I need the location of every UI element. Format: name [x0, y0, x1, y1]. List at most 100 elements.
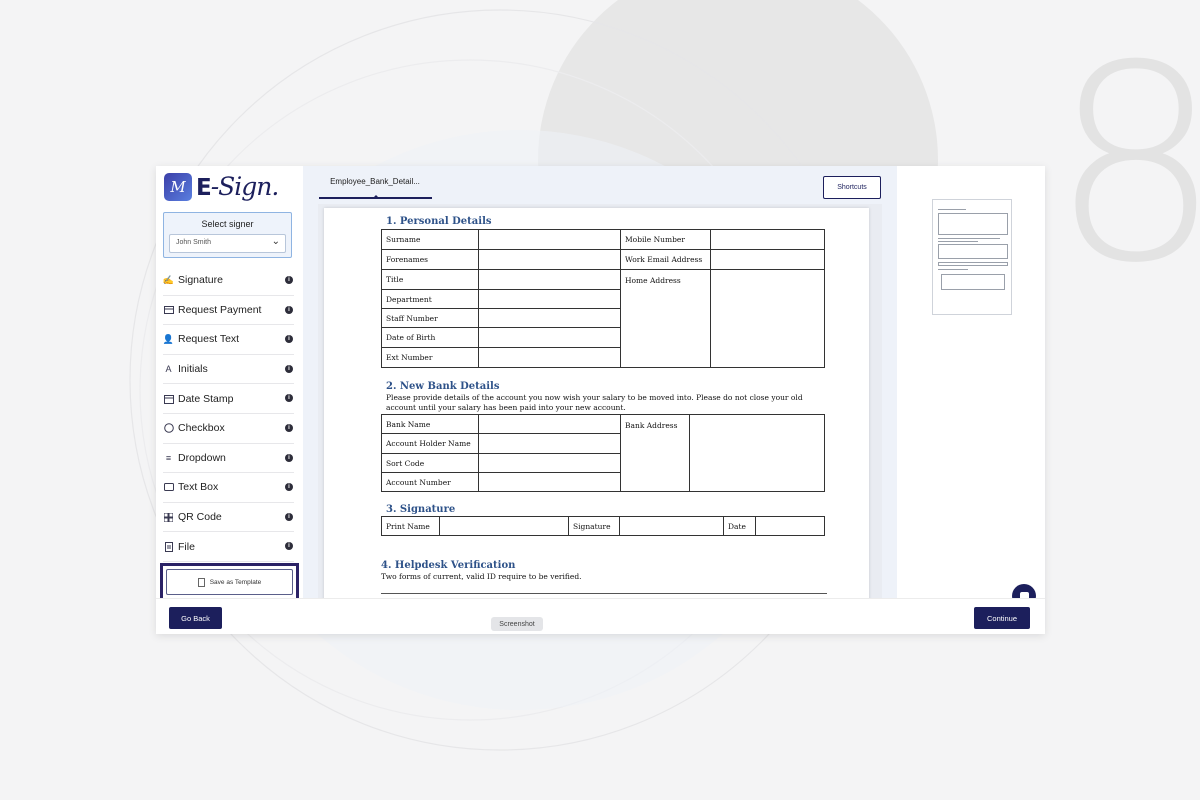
check-circle-icon: [163, 423, 174, 434]
field-input-signature[interactable]: [619, 516, 724, 536]
tool-file[interactable]: File i: [163, 532, 294, 562]
field-input-mobile[interactable]: [710, 229, 825, 250]
field-label-sort-code: Sort Code: [381, 453, 479, 473]
field-label-bank-name: Bank Name: [381, 414, 479, 434]
field-label-signature: Signature: [568, 516, 620, 536]
field-input-dob[interactable]: [478, 327, 621, 348]
tool-label: Signature: [178, 274, 223, 287]
decorative-number: 8: [1050, 7, 1200, 322]
tab-notch: [373, 195, 379, 198]
field-label-work-email: Work Email Address: [620, 249, 711, 270]
field-label-mobile: Mobile Number: [620, 229, 711, 250]
tool-dropdown[interactable]: ≡ Dropdown i: [163, 444, 294, 474]
field-label-date: Date: [723, 516, 756, 536]
field-input-title[interactable]: [478, 269, 621, 290]
field-input-department[interactable]: [478, 289, 621, 309]
info-icon[interactable]: i: [285, 512, 293, 521]
tool-label: Date Stamp: [178, 392, 234, 405]
tool-label: Initials: [178, 363, 208, 376]
field-input-home-address[interactable]: [710, 269, 825, 368]
tool-label: File: [178, 540, 195, 553]
tool-checkbox[interactable]: Checkbox i: [163, 414, 294, 444]
section-title-bank-details: 2. New Bank Details: [386, 381, 500, 392]
field-label-print-name: Print Name: [381, 516, 440, 536]
bank-details-description-line1: Please provide details of the account yo…: [386, 393, 803, 402]
tool-label: Request Payment: [178, 303, 262, 316]
field-label-staff-number: Staff Number: [381, 308, 479, 328]
info-icon[interactable]: i: [285, 276, 293, 284]
esign-app-window: M E-Sign. Select signer John Smith ⌄ ✍ S…: [156, 166, 1045, 634]
page-scroll-area[interactable]: 1. Personal Details Surname Mobile Numbe…: [318, 204, 882, 598]
info-icon[interactable]: i: [285, 483, 293, 492]
tool-date-stamp[interactable]: Date Stamp i: [163, 384, 294, 414]
dropdown-icon: ≡: [165, 452, 172, 463]
footer-bar: Go Back Screenshot Continue: [156, 598, 1045, 634]
field-label-surname: Surname: [381, 229, 479, 250]
file-icon: [163, 541, 174, 552]
go-back-button[interactable]: Go Back: [169, 607, 222, 629]
helpdesk-description: Two forms of current, valid ID require t…: [381, 572, 582, 581]
info-icon[interactable]: i: [285, 364, 293, 373]
field-input-forenames[interactable]: [478, 249, 621, 270]
tool-label: Checkbox: [178, 422, 225, 435]
calendar-icon: [163, 393, 174, 404]
info-icon[interactable]: i: [285, 305, 293, 314]
field-label-dob: Date of Birth: [381, 327, 479, 348]
logo-mark-icon: M: [164, 172, 192, 201]
tool-request-payment[interactable]: Request Payment i: [163, 296, 294, 326]
tab-document[interactable]: Employee_Bank_Detail...: [319, 177, 431, 186]
signer-dropdown-value: John Smith: [176, 239, 212, 246]
textbox-icon: [163, 482, 174, 493]
tool-label: Text Box: [178, 481, 219, 494]
info-icon[interactable]: i: [285, 394, 293, 403]
info-icon[interactable]: i: [285, 542, 293, 551]
page-thumbnail-1[interactable]: [932, 199, 1012, 315]
section-title-signature: 3. Signature: [386, 504, 456, 515]
field-input-bank-address[interactable]: [689, 414, 825, 492]
document-icon: [197, 577, 205, 587]
field-input-account-holder[interactable]: [478, 433, 621, 454]
page-thumbnails-panel: [897, 166, 1045, 598]
field-label-forenames: Forenames: [381, 249, 479, 270]
tool-label: Dropdown: [178, 451, 226, 464]
save-as-template-button[interactable]: Save as Template: [166, 569, 293, 595]
info-icon[interactable]: i: [285, 423, 293, 432]
field-label-home-address: Home Address: [620, 269, 711, 368]
tool-signature[interactable]: ✍ Signature i: [163, 266, 294, 296]
field-input-date[interactable]: [755, 516, 825, 536]
tool-text-box[interactable]: Text Box i: [163, 473, 294, 503]
document-viewer: Employee_Bank_Detail... Shortcuts 1. Per…: [303, 166, 897, 598]
info-icon[interactable]: i: [285, 335, 293, 344]
card-icon: [163, 304, 174, 315]
field-input-ext-number[interactable]: [478, 347, 621, 368]
field-label-ext-number: Ext Number: [381, 347, 479, 368]
save-template-highlight: Save as Template: [160, 563, 299, 601]
field-label-account-holder: Account Holder Name: [381, 433, 479, 454]
shortcuts-button[interactable]: Shortcuts: [823, 176, 881, 199]
tool-label: Request Text: [178, 333, 240, 346]
field-input-work-email[interactable]: [710, 249, 825, 270]
document-page[interactable]: 1. Personal Details Surname Mobile Numbe…: [324, 208, 869, 598]
tool-request-text[interactable]: 👤 Request Text i: [163, 325, 294, 355]
field-input-bank-name[interactable]: [478, 414, 621, 434]
section-title-personal-details: 1. Personal Details: [386, 216, 492, 227]
field-input-account-number[interactable]: [478, 472, 621, 492]
esign-logo: M E-Sign.: [164, 172, 279, 201]
sidebar: M E-Sign. Select signer John Smith ⌄ ✍ S…: [156, 166, 300, 602]
field-input-sort-code[interactable]: [478, 453, 621, 473]
field-input-print-name[interactable]: [439, 516, 569, 536]
field-label-department: Department: [381, 289, 479, 309]
tool-initials[interactable]: A Initials i: [163, 355, 294, 385]
logo-text-e: E: [196, 175, 212, 201]
tool-label: QR Code: [178, 511, 222, 524]
continue-button[interactable]: Continue: [974, 607, 1030, 629]
bank-details-description-line2: account until your salary has been paid …: [386, 403, 626, 412]
field-label-account-number: Account Number: [381, 472, 479, 492]
tool-qr-code[interactable]: QR Code i: [163, 503, 294, 533]
info-icon[interactable]: i: [285, 453, 293, 462]
field-input-staff-number[interactable]: [478, 308, 621, 328]
field-label-bank-address: Bank Address: [620, 414, 690, 492]
field-input-surname[interactable]: [478, 229, 621, 250]
qr-icon: [163, 512, 174, 523]
signer-dropdown[interactable]: John Smith ⌄: [169, 234, 286, 253]
